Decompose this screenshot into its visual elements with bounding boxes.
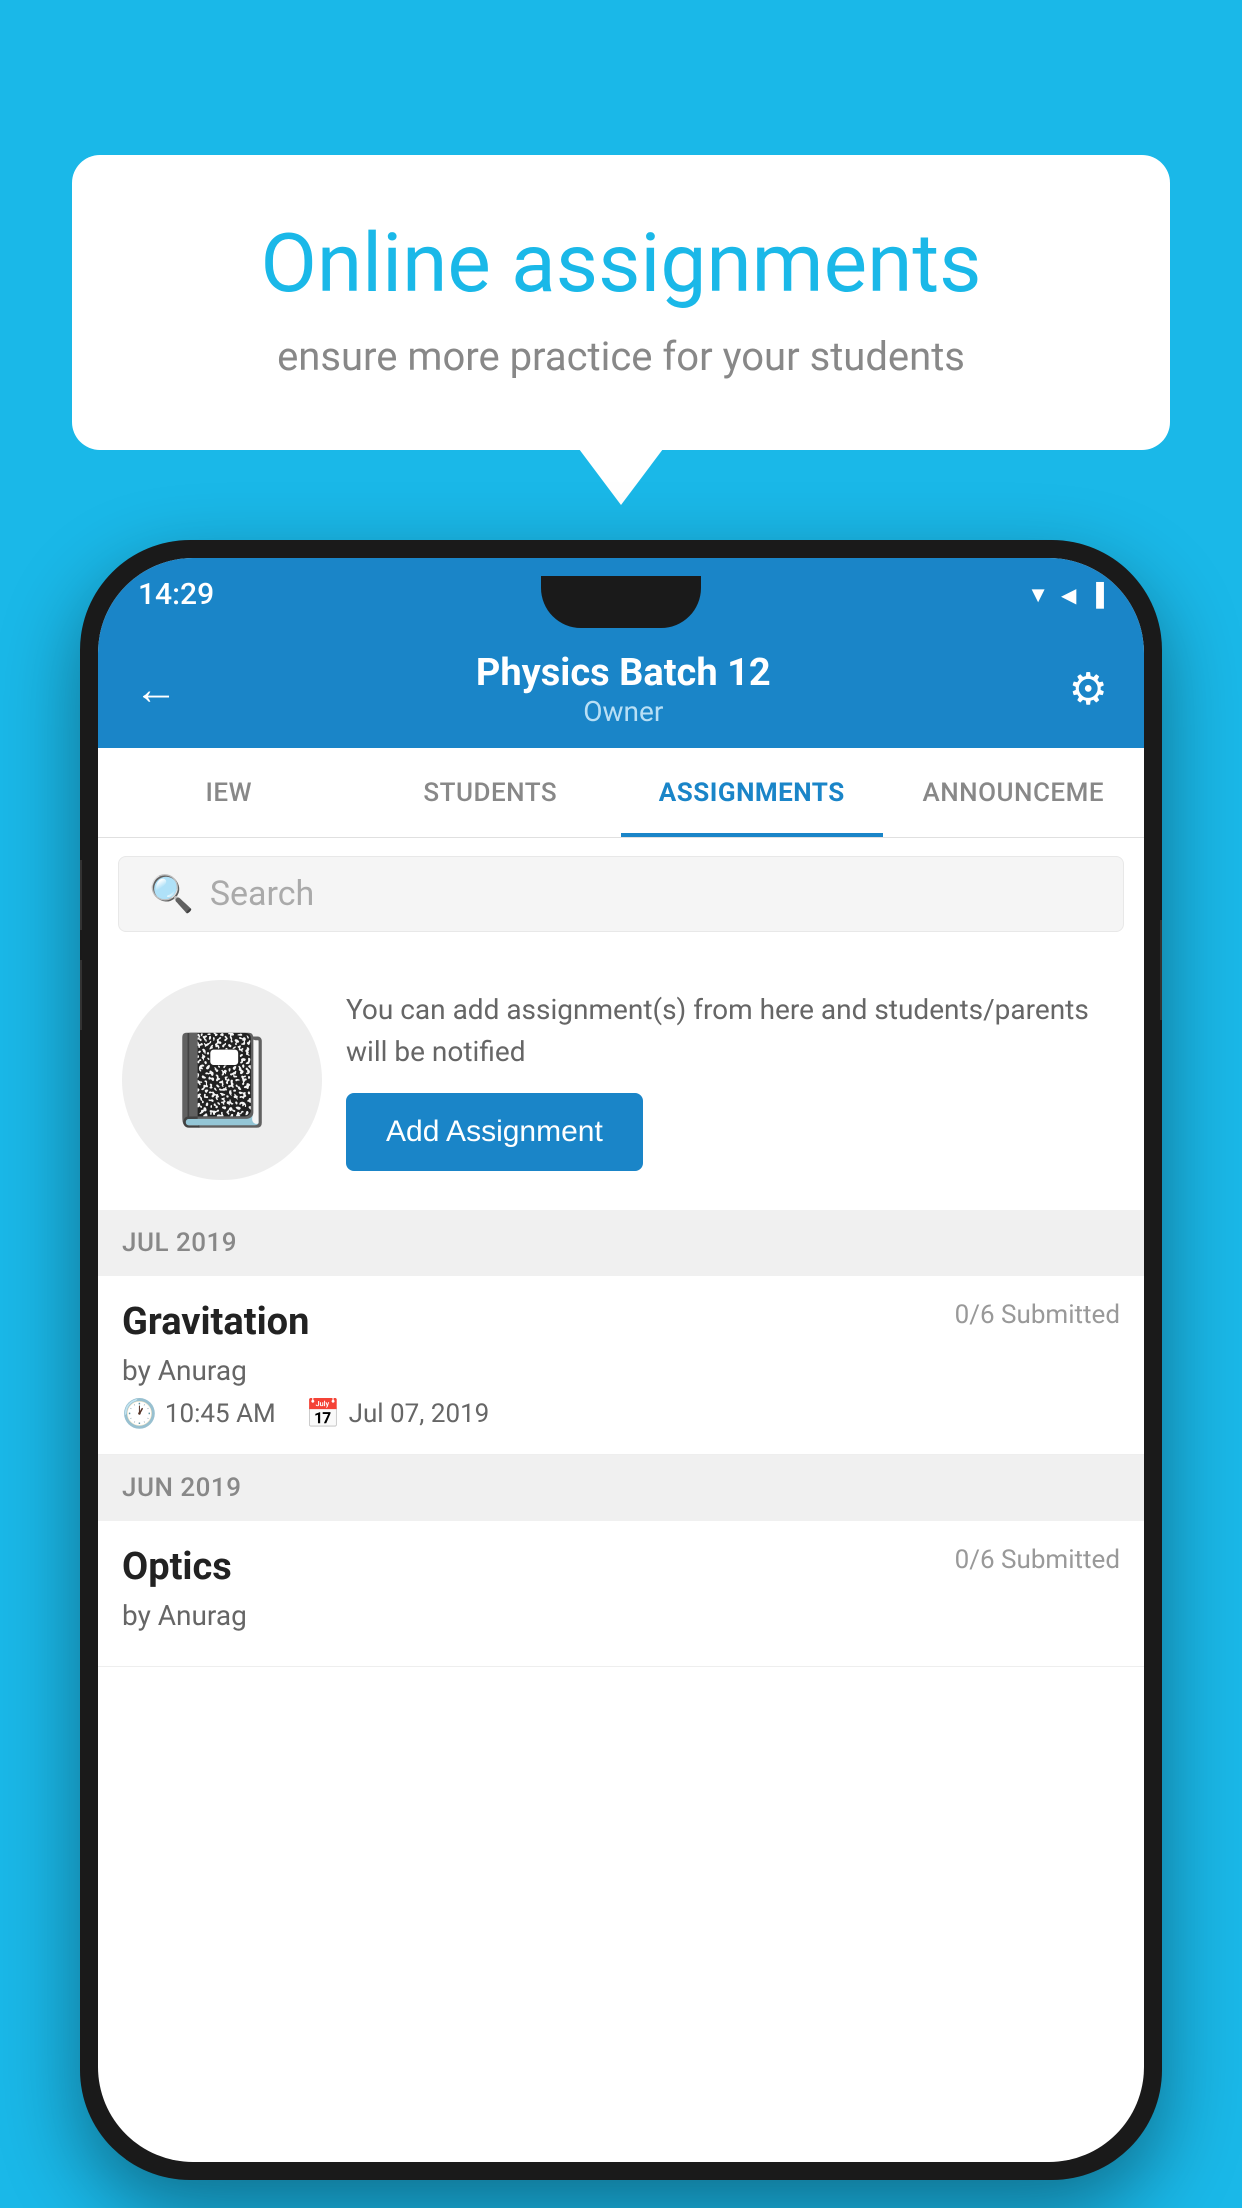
search-icon: 🔍 xyxy=(149,873,194,915)
add-assignment-button[interactable]: Add Assignment xyxy=(346,1093,643,1171)
search-container: 🔍 Search xyxy=(98,838,1144,950)
vol-down-button xyxy=(80,960,82,1030)
notch xyxy=(541,576,701,628)
power-button xyxy=(1160,920,1162,1020)
header-title: Physics Batch 12 xyxy=(476,651,771,695)
clock-icon: 🕐 xyxy=(122,1397,157,1430)
assignment-time: 10:45 AM xyxy=(165,1399,276,1429)
assignment-date: Jul 07, 2019 xyxy=(349,1399,490,1429)
back-button[interactable]: ← xyxy=(134,663,178,715)
assignment-name-optics: Optics xyxy=(122,1545,232,1589)
section-header-jun: JUN 2019 xyxy=(98,1455,1144,1521)
signal-icon xyxy=(1061,580,1076,608)
meta-date: 📅 Jul 07, 2019 xyxy=(306,1397,490,1430)
assignment-submitted-optics: 0/6 Submitted xyxy=(955,1545,1120,1575)
calendar-icon: 📅 xyxy=(306,1397,341,1430)
assignment-item[interactable]: Gravitation 0/6 Submitted by Anurag 🕐 10… xyxy=(98,1276,1144,1455)
search-bar[interactable]: 🔍 Search xyxy=(118,856,1124,932)
assignment-author: by Anurag xyxy=(122,1354,1120,1387)
tabs-bar: IEW STUDENTS ASSIGNMENTS ANNOUNCEME xyxy=(98,748,1144,838)
tab-students[interactable]: STUDENTS xyxy=(360,748,622,837)
speech-bubble-container: Online assignments ensure more practice … xyxy=(72,155,1170,450)
assignment-name: Gravitation xyxy=(122,1300,309,1344)
speech-bubble: Online assignments ensure more practice … xyxy=(72,155,1170,450)
assignment-meta: 🕐 10:45 AM 📅 Jul 07, 2019 xyxy=(122,1397,1120,1430)
bubble-subtitle: ensure more practice for your students xyxy=(152,333,1090,380)
vol-up-button xyxy=(80,860,82,930)
assignment-author-optics: by Anurag xyxy=(122,1599,1120,1632)
phone-screen: 14:29 ← Physics Batch 12 Owner ⚙ IEW STU… xyxy=(98,558,1144,2162)
app-content: 🔍 Search 📓 You can add assignment(s) fro… xyxy=(98,838,1144,1667)
header-subtitle: Owner xyxy=(476,695,771,728)
meta-time: 🕐 10:45 AM xyxy=(122,1397,276,1430)
assignment-submitted: 0/6 Submitted xyxy=(955,1300,1120,1330)
assignment-row-top-optics: Optics 0/6 Submitted xyxy=(122,1545,1120,1589)
header-center: Physics Batch 12 Owner xyxy=(476,651,771,728)
app-header: ← Physics Batch 12 Owner ⚙ xyxy=(98,630,1144,748)
promo-text: You can add assignment(s) from here and … xyxy=(346,989,1120,1073)
promo-icon-circle: 📓 xyxy=(122,980,322,1180)
assignment-promo: 📓 You can add assignment(s) from here an… xyxy=(98,950,1144,1210)
wifi-icon xyxy=(1027,580,1049,608)
assignment-item-optics[interactable]: Optics 0/6 Submitted by Anurag xyxy=(98,1521,1144,1667)
section-header-jul: JUL 2019 xyxy=(98,1210,1144,1276)
notebook-icon: 📓 xyxy=(166,1028,278,1133)
assignment-row-top: Gravitation 0/6 Submitted xyxy=(122,1300,1120,1344)
phone-frame: 14:29 ← Physics Batch 12 Owner ⚙ IEW STU… xyxy=(80,540,1162,2180)
search-placeholder: Search xyxy=(210,874,314,914)
tab-iew[interactable]: IEW xyxy=(98,748,360,837)
bubble-title: Online assignments xyxy=(152,215,1090,313)
status-icons xyxy=(1027,580,1104,608)
tab-assignments[interactable]: ASSIGNMENTS xyxy=(621,748,883,837)
settings-icon[interactable]: ⚙ xyxy=(1069,663,1108,715)
promo-right: You can add assignment(s) from here and … xyxy=(346,989,1120,1171)
battery-icon xyxy=(1088,580,1104,608)
tab-announcements[interactable]: ANNOUNCEME xyxy=(883,748,1145,837)
status-time: 14:29 xyxy=(138,577,214,612)
